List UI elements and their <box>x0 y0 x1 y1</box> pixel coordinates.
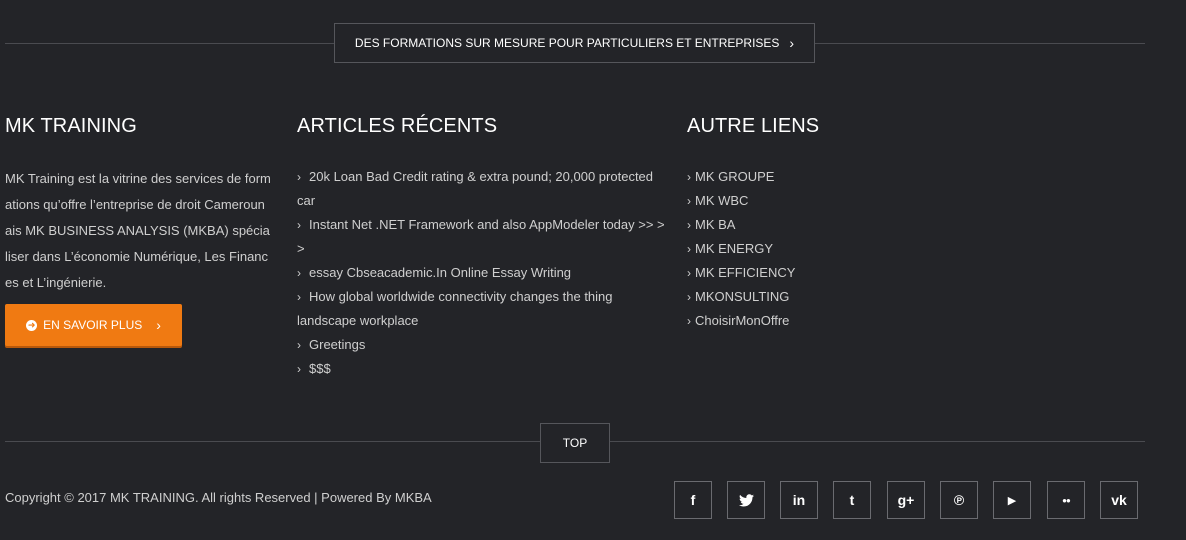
chevron-right-icon: › <box>687 218 691 232</box>
youtube-icon[interactable]: ▶ <box>993 481 1031 519</box>
other-links-list: › MK GROUPE › MK WBC › MK BA › MK ENERGY › MK… <box>687 165 987 333</box>
top-label: TOP <box>562 436 588 450</box>
chevron-right-icon: › <box>687 266 691 280</box>
article-link[interactable]: › Instant Net .NET Framework and also App… <box>297 213 667 261</box>
chevron-right-icon: › <box>156 317 161 333</box>
learn-more-button[interactable]: ➜ EN SAVOIR PLUS › <box>5 304 182 346</box>
banner-label: DES FORMATIONS SUR MESURE POUR PARTICULI… <box>354 36 780 50</box>
linkedin-icon[interactable]: in <box>780 481 818 519</box>
chevron-right-icon: › <box>297 338 301 352</box>
footer-link[interactable]: › MK ENERGY <box>687 237 987 261</box>
article-link[interactable]: › essay Cbseacademic.In Online Essay Writ… <box>297 261 667 285</box>
footer-link[interactable]: › MK GROUPE <box>687 165 987 189</box>
chevron-right-icon: › <box>297 218 301 232</box>
twitter-bird-icon <box>738 493 754 506</box>
footer-link[interactable]: › MK EFFICIENCY <box>687 261 987 285</box>
google-plus-icon[interactable]: g+ <box>887 481 925 519</box>
footer-link[interactable]: › MK BA <box>687 213 987 237</box>
chevron-right-icon: › <box>687 170 691 184</box>
learn-more-label: EN SAVOIR PLUS <box>43 318 143 332</box>
flickr-icon[interactable]: ●● <box>1047 481 1085 519</box>
article-link[interactable]: › How global worldwide connectivity chang… <box>297 285 667 333</box>
chevron-right-icon: › <box>297 266 301 280</box>
article-link[interactable]: › $$$ <box>297 357 667 381</box>
articles-title: ARTICLES RÉCENTS <box>297 115 498 137</box>
about-text: MK Training est la vitrine des services … <box>5 171 271 290</box>
tumblr-icon[interactable]: t <box>833 481 871 519</box>
recent-articles-list: › 20k Loan Bad Credit rating & extra poun… <box>297 165 667 381</box>
chevron-right-icon: › <box>297 170 301 184</box>
chevron-right-icon: › <box>297 362 301 376</box>
pinterest-icon[interactable]: ℗ <box>940 481 978 519</box>
links-title: AUTRE LIENS <box>687 115 820 137</box>
chevron-right-icon: › <box>687 242 691 256</box>
chevron-right-icon: › <box>687 194 691 208</box>
vk-icon[interactable]: vk <box>1100 481 1138 519</box>
chevron-right-icon: › <box>687 314 691 328</box>
arrow-circle-right-icon: ➜ <box>26 319 38 331</box>
footer-link[interactable]: › ChoisirMonOffre <box>687 309 987 333</box>
facebook-icon[interactable]: f <box>674 481 712 519</box>
chevron-right-icon: › <box>297 290 301 304</box>
article-link[interactable]: › Greetings <box>297 333 667 357</box>
footer-link[interactable]: › MK WBC <box>687 189 987 213</box>
copyright-text: Copyright © 2017 MK TRAINING. All rights… <box>5 490 432 505</box>
chevron-right-icon: › <box>687 290 691 304</box>
custom-training-banner-button[interactable]: DES FORMATIONS SUR MESURE POUR PARTICULI… <box>334 23 815 63</box>
article-link[interactable]: › 20k Loan Bad Credit rating & extra poun… <box>297 165 667 213</box>
twitter-icon[interactable]: 🐦 <box>727 481 765 519</box>
back-to-top-button[interactable]: TOP <box>540 423 610 463</box>
footer-link[interactable]: › MKONSULTING <box>687 285 987 309</box>
chevron-right-icon: › <box>789 35 795 51</box>
about-title: MK TRAINING <box>5 115 137 137</box>
